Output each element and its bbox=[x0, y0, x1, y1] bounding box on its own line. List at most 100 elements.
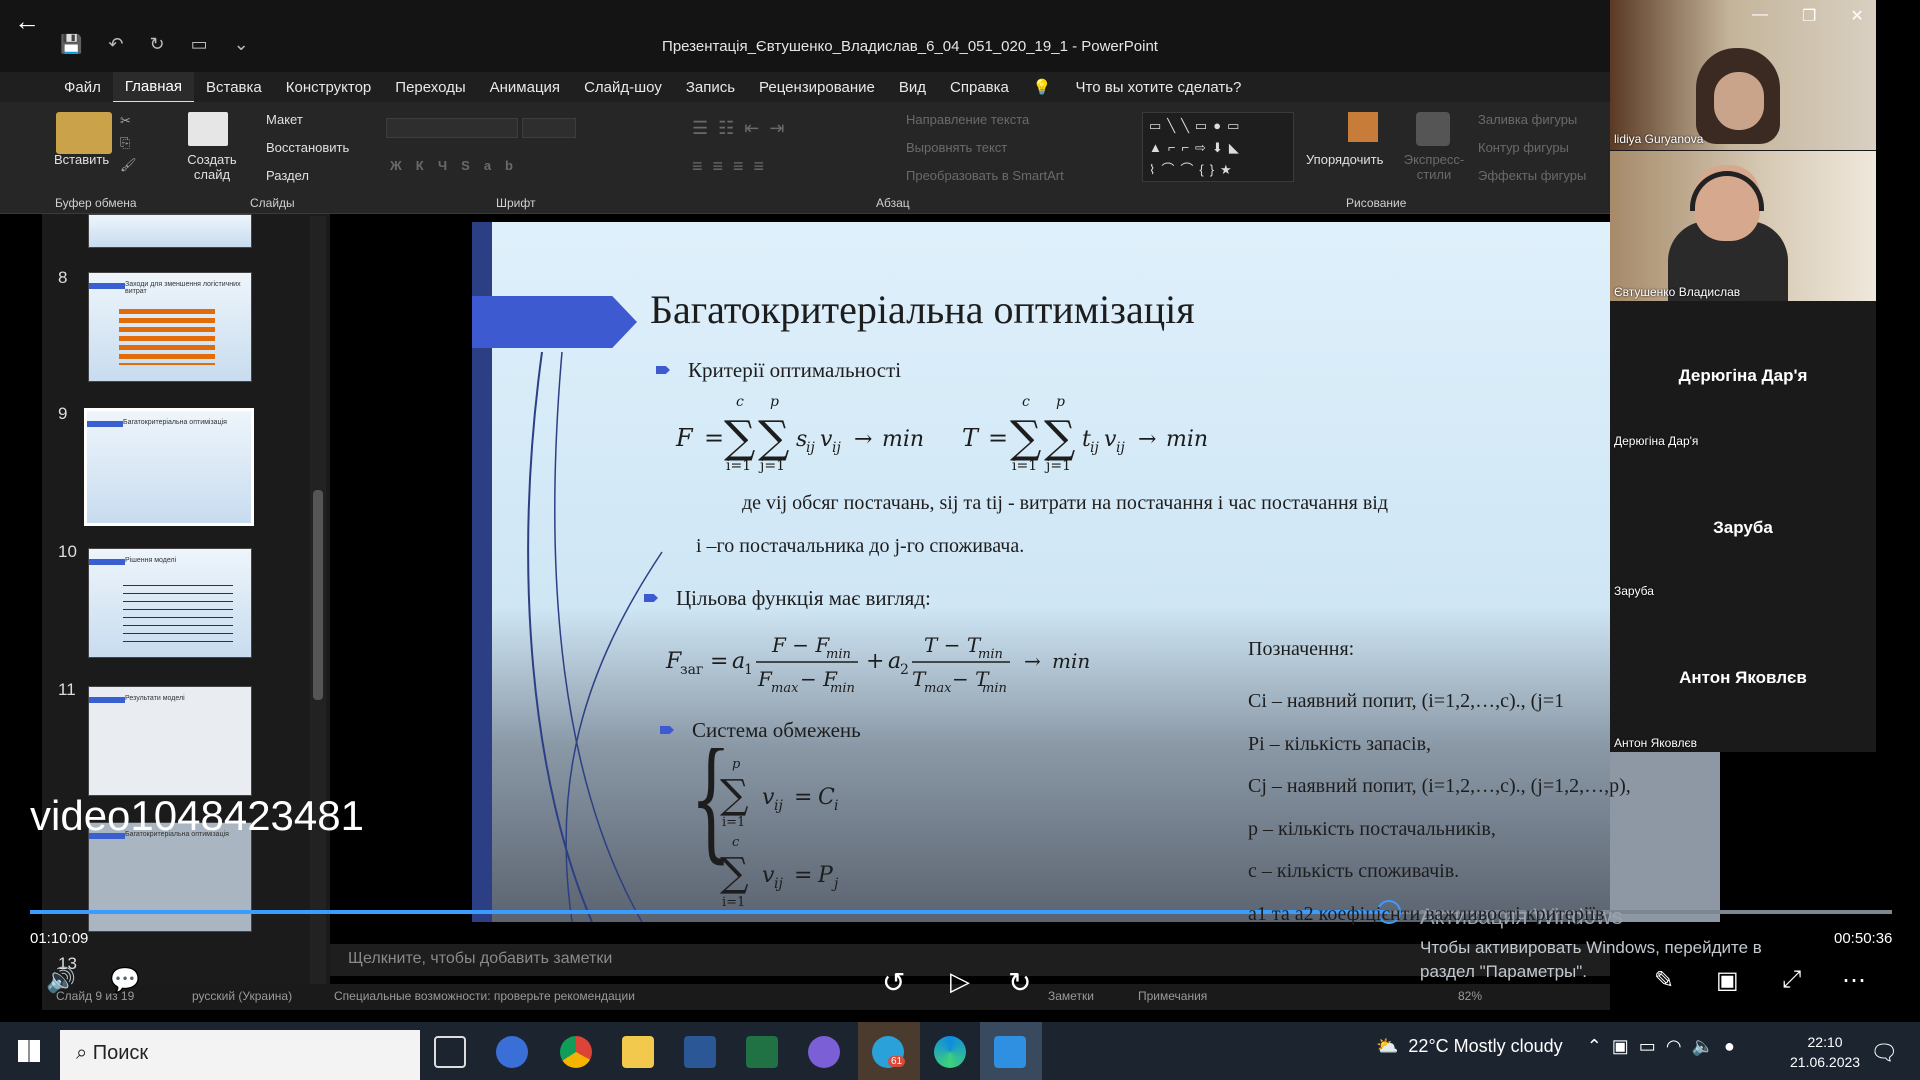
notes-pane[interactable]: Щелкните, чтобы добавить заметки bbox=[330, 944, 1610, 976]
taskbar-clock[interactable]: 22:10 21.06.2023 bbox=[1790, 1032, 1860, 1072]
chrome-icon[interactable] bbox=[560, 1036, 592, 1068]
status-language[interactable]: русский (Украина) bbox=[192, 989, 292, 1003]
battery-icon[interactable]: ▭ bbox=[1639, 1036, 1656, 1057]
new-slide-icon[interactable] bbox=[188, 112, 228, 146]
tray-chevron-icon[interactable]: ⌃ bbox=[1587, 1036, 1602, 1057]
viber-icon[interactable] bbox=[808, 1036, 840, 1068]
svg-text:p: p bbox=[770, 394, 779, 410]
excel-icon[interactable] bbox=[746, 1036, 778, 1068]
word-icon[interactable] bbox=[684, 1036, 716, 1068]
shapes-gallery[interactable]: ▭╲╲▭●▭ ▲⌐⌐⇨⬇◣ ⌇⌒⌒{}★ bbox=[1142, 112, 1294, 182]
tray-app-icon[interactable]: ▣ bbox=[1612, 1036, 1629, 1057]
status-zoom[interactable]: 82% bbox=[1458, 989, 1482, 1003]
participant-video-2[interactable]: Євтушенко Владислав bbox=[1610, 151, 1876, 301]
notifications-icon[interactable]: 🗨 bbox=[1870, 1040, 1898, 1066]
rewind-10-icon[interactable]: ↺ bbox=[882, 966, 905, 999]
svg-text:=: = bbox=[794, 863, 812, 888]
slide-thumbnail-8[interactable]: Заходи для зменшення логістичних витрат bbox=[88, 272, 252, 382]
tab-home[interactable]: Главная bbox=[112, 71, 194, 103]
thumbnail-scrollbar-thumb[interactable] bbox=[313, 490, 323, 700]
task-view-icon[interactable] bbox=[434, 1036, 466, 1068]
svg-text:ij: ij bbox=[774, 876, 783, 892]
wifi-icon[interactable]: ◠ bbox=[1666, 1036, 1682, 1057]
tab-file[interactable]: Файл bbox=[52, 73, 113, 102]
font-format-icons[interactable]: ЖКЧSab bbox=[390, 158, 527, 173]
weather-text[interactable]: 22°C Mostly cloudy bbox=[1408, 1036, 1562, 1057]
back-arrow-icon[interactable]: ← bbox=[14, 6, 40, 37]
start-slideshow-icon[interactable]: ▭ bbox=[191, 34, 208, 55]
slide-thumbnail-11[interactable]: Результати моделі bbox=[88, 686, 252, 796]
slide-thumbnail-9-selected[interactable]: Багатокритеріальна оптимізація bbox=[84, 408, 254, 526]
arrange-button[interactable]: Упорядочить bbox=[1306, 152, 1383, 167]
font-size-box[interactable] bbox=[522, 118, 576, 138]
legend-title: Позначення: bbox=[1248, 638, 1355, 660]
paste-icon[interactable] bbox=[56, 112, 112, 154]
paragraph-align-icons[interactable]: ≡≡≡≡ bbox=[692, 156, 774, 177]
legend-item: c – кількість споживачів. bbox=[1248, 860, 1460, 882]
status-bar: Слайд 9 из 19 русский (Украина) Специаль… bbox=[42, 984, 1610, 1010]
redo-icon[interactable]: ↻ bbox=[150, 34, 165, 55]
close-icon[interactable]: ✕ bbox=[1850, 6, 1863, 26]
edge-icon[interactable] bbox=[934, 1036, 966, 1068]
restore-icon[interactable]: ❐ bbox=[1802, 6, 1816, 26]
slide-thumbnail-10[interactable]: Рішення моделі bbox=[88, 548, 252, 658]
new-slide-button[interactable]: Создать слайд bbox=[182, 152, 242, 182]
speaker-icon[interactable]: 🔈 bbox=[1692, 1036, 1714, 1057]
mini-player-icon[interactable]: ▣ bbox=[1716, 966, 1739, 995]
quick-styles-button[interactable]: Экспресс-стили bbox=[1402, 152, 1466, 182]
minimize-icon[interactable]: — bbox=[1752, 6, 1768, 26]
video-player-icon[interactable] bbox=[994, 1036, 1026, 1068]
arrange-icon[interactable] bbox=[1348, 112, 1378, 142]
tab-transitions[interactable]: Переходы bbox=[383, 73, 477, 102]
reset-button[interactable]: Восстановить bbox=[266, 140, 349, 155]
svg-text:j=1: j=1 bbox=[758, 458, 785, 474]
text-direction-button[interactable]: Направление текста bbox=[906, 112, 1029, 127]
thumbnail-number: 8 bbox=[58, 268, 68, 287]
tab-slideshow[interactable]: Слайд-шоу bbox=[572, 73, 674, 102]
tab-animations[interactable]: Анимация bbox=[478, 73, 572, 102]
tab-help[interactable]: Справка bbox=[938, 73, 1021, 102]
quick-styles-icon[interactable] bbox=[1416, 112, 1450, 146]
file-explorer-icon[interactable] bbox=[622, 1036, 654, 1068]
status-accessibility[interactable]: Специальные возможности: проверьте реком… bbox=[334, 989, 635, 1003]
tab-design[interactable]: Конструктор bbox=[274, 73, 384, 102]
undo-icon[interactable]: ↶ bbox=[108, 34, 123, 55]
paragraph-list-icons[interactable]: ☰☷⇤⇥ bbox=[692, 118, 794, 139]
svg-text:→: → bbox=[1138, 427, 1156, 452]
tab-view[interactable]: Вид bbox=[887, 73, 938, 102]
save-icon[interactable]: 💾 bbox=[60, 34, 82, 55]
svg-text:ij: ij bbox=[1116, 440, 1125, 456]
video-id-label: video1048423481 bbox=[30, 792, 364, 839]
svg-text:min: min bbox=[1166, 427, 1208, 452]
section-button[interactable]: Раздел bbox=[266, 168, 309, 183]
subtitles-icon[interactable]: 💬 bbox=[110, 966, 140, 995]
paste-button[interactable]: Вставить bbox=[54, 152, 109, 167]
windows-start-icon[interactable] bbox=[18, 1040, 40, 1062]
more-options-icon[interactable]: ⋯ bbox=[1842, 966, 1866, 995]
participant-name: Антон Яковлєв bbox=[1614, 736, 1697, 750]
customize-qat-icon[interactable]: ⌄ bbox=[234, 34, 249, 55]
volume-icon[interactable]: 🔊 bbox=[46, 966, 76, 995]
shape-fill-button[interactable]: Заливка фигуры bbox=[1478, 112, 1577, 127]
tab-insert[interactable]: Вставка bbox=[194, 73, 274, 102]
tell-me-search[interactable]: Что вы хотите сделать? bbox=[1064, 73, 1254, 102]
status-notes-button[interactable]: Заметки bbox=[1048, 989, 1094, 1003]
tab-review[interactable]: Рецензирование bbox=[747, 73, 887, 102]
font-name-box[interactable] bbox=[386, 118, 518, 138]
tray-status-icon[interactable]: ● bbox=[1724, 1036, 1735, 1057]
smartart-button[interactable]: Преобразовать в SmartArt bbox=[906, 168, 1064, 183]
play-icon[interactable]: ▷ bbox=[950, 966, 970, 997]
slide-thumbnail-7[interactable] bbox=[88, 214, 252, 248]
taskbar-search[interactable]: ⌕ Поиск bbox=[60, 1030, 420, 1080]
app-r-icon[interactable] bbox=[496, 1036, 528, 1068]
pen-icon[interactable]: ✎ bbox=[1654, 966, 1674, 995]
tab-record[interactable]: Запись bbox=[674, 73, 747, 102]
shape-effects-button[interactable]: Эффекты фигуры bbox=[1478, 168, 1586, 183]
layout-button[interactable]: Макет bbox=[266, 112, 303, 127]
forward-30-icon[interactable]: ↻ bbox=[1008, 966, 1031, 999]
legend-item: Pi – кількість запасів, bbox=[1248, 732, 1432, 755]
fullscreen-icon[interactable]: ⤢ bbox=[1782, 966, 1801, 994]
align-text-button[interactable]: Выровнять текст bbox=[906, 140, 1007, 155]
shape-outline-button[interactable]: Контур фигуры bbox=[1478, 140, 1569, 155]
status-comments-button[interactable]: Примечания bbox=[1138, 989, 1207, 1003]
